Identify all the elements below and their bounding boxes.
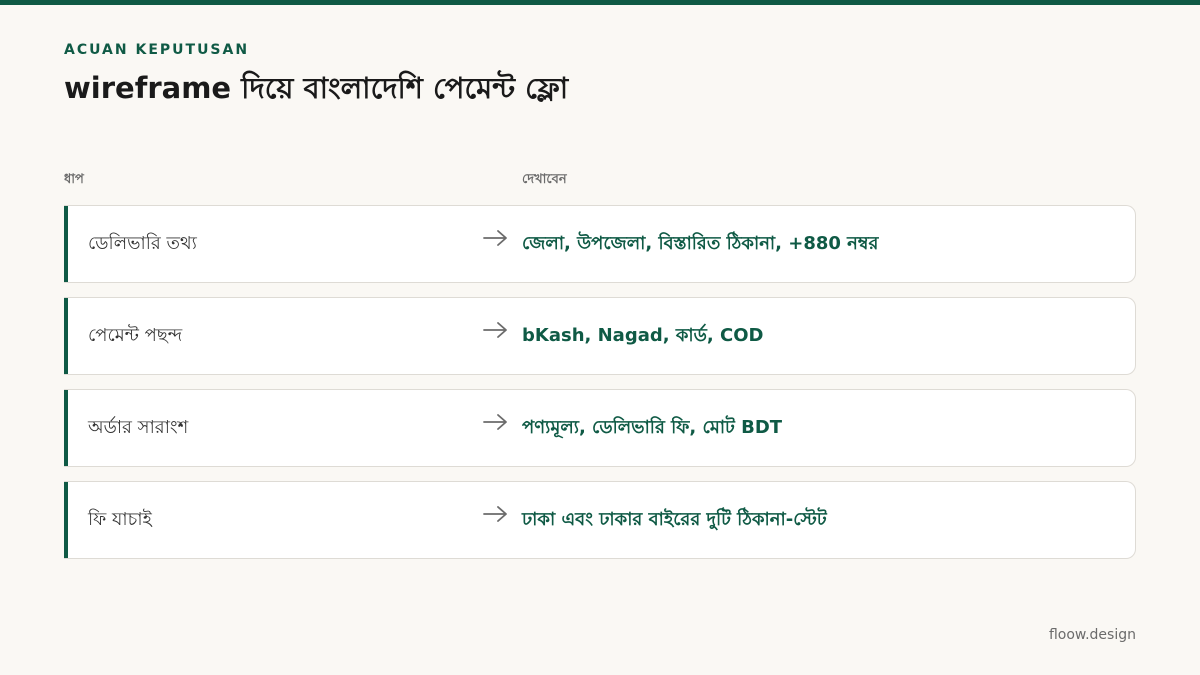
step-label: ফি যাচাই	[88, 509, 152, 530]
arrow-right-icon	[483, 414, 507, 430]
row-accent-bar	[64, 390, 68, 466]
show-value: পণ্যমূল্য, ডেলিভারি ফি, মোট BDT	[522, 417, 783, 438]
row-accent-bar	[64, 298, 68, 374]
arrow-right-icon	[483, 506, 507, 522]
table-row: অর্ডার সারাংশ পণ্যমূল্য, ডেলিভারি ফি, মো…	[64, 389, 1136, 467]
table-row: পেমেন্ট পছন্দ bKash, Nagad, কার্ড, COD	[64, 297, 1136, 375]
step-label: পেমেন্ট পছন্দ	[88, 325, 183, 346]
column-header-show: দেখাবেন	[522, 172, 567, 187]
arrow-right-icon	[483, 322, 507, 338]
row-accent-bar	[64, 206, 68, 282]
step-label: অর্ডার সারাংশ	[88, 417, 189, 438]
column-header-step: ধাপ	[64, 172, 84, 187]
show-value: bKash, Nagad, কার্ড, COD	[522, 325, 764, 346]
arrow-right-icon	[483, 230, 507, 246]
show-value: জেলা, উপজেলা, বিস্তারিত ঠিকানা, +880 নম্…	[522, 233, 879, 254]
top-accent-bar	[0, 0, 1200, 5]
brand-footer: floow.design	[1048, 627, 1136, 643]
eyebrow-label: ACUAN KEPUTUSAN	[64, 42, 250, 58]
table-row: ডেলিভারি তথ্য জেলা, উপজেলা, বিস্তারিত ঠি…	[64, 205, 1136, 283]
table-row: ফি যাচাই ঢাকা এবং ঢাকার বাইরের দুটি ঠিকা…	[64, 481, 1136, 559]
page-title: wireframe দিয়ে বাংলাদেশি পেমেন্ট ফ্লো	[64, 71, 569, 105]
row-accent-bar	[64, 482, 68, 558]
step-label: ডেলিভারি তথ্য	[88, 233, 197, 254]
flow-table: ডেলিভারি তথ্য জেলা, উপজেলা, বিস্তারিত ঠি…	[64, 205, 1136, 573]
show-value: ঢাকা এবং ঢাকার বাইরের দুটি ঠিকানা-স্টেট	[522, 509, 827, 530]
